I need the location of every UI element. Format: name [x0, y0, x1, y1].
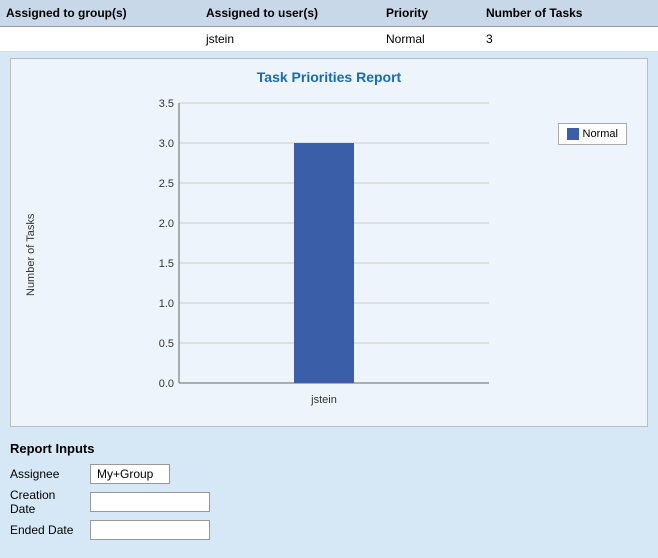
report-inputs-title: Report Inputs: [10, 441, 648, 456]
legend-color-box: [567, 128, 579, 140]
cell-priority: Normal: [380, 30, 480, 48]
cell-tasks: 3: [480, 30, 658, 48]
creation-date-label: CreationDate: [10, 488, 90, 516]
chart-inner: 3.5 3.0 2.5 2.0 1.5 1.0 0.5 0.0 jstein N…: [41, 93, 637, 416]
svg-text:3.5: 3.5: [159, 98, 174, 110]
chart-svg: 3.5 3.0 2.5 2.0 1.5 1.0 0.5 0.0 jstein: [41, 93, 637, 413]
col-header-priority: Priority: [380, 4, 480, 22]
col-header-user: Assigned to user(s): [200, 4, 380, 22]
cell-user: jstein: [200, 30, 380, 48]
chart-container: Task Priorities Report Number of Tasks: [10, 58, 648, 427]
report-inputs-section: Report Inputs Assignee My+Group Creation…: [0, 433, 658, 552]
table-header: Assigned to group(s) Assigned to user(s)…: [0, 0, 658, 27]
svg-text:2.5: 2.5: [159, 178, 174, 190]
table-row: jstein Normal 3: [0, 27, 658, 52]
ended-date-input[interactable]: [90, 520, 210, 540]
svg-text:3.0: 3.0: [159, 138, 174, 150]
svg-text:0.5: 0.5: [159, 338, 174, 350]
chart-legend: Normal: [558, 123, 627, 145]
col-header-group: Assigned to group(s): [0, 4, 200, 22]
svg-text:jstein: jstein: [310, 394, 337, 406]
chart-title: Task Priorities Report: [21, 69, 637, 85]
col-header-tasks: Number of Tasks: [480, 4, 658, 22]
cell-group: [0, 30, 200, 48]
svg-text:1.5: 1.5: [159, 258, 174, 270]
field-row-creation-date: CreationDate: [10, 488, 648, 516]
svg-text:0.0: 0.0: [159, 378, 174, 390]
field-row-assignee: Assignee My+Group: [10, 464, 648, 484]
svg-text:1.0: 1.0: [159, 298, 174, 310]
assignee-value: My+Group: [90, 464, 170, 484]
legend-label: Normal: [583, 128, 618, 140]
creation-date-input[interactable]: [90, 492, 210, 512]
ended-date-label: Ended Date: [10, 523, 90, 537]
y-axis-label: Number of Tasks: [21, 93, 41, 416]
svg-text:2.0: 2.0: [159, 218, 174, 230]
bar-jstein: [294, 143, 354, 383]
chart-area: Number of Tasks: [21, 93, 637, 416]
field-row-ended-date: Ended Date: [10, 520, 648, 540]
assignee-label: Assignee: [10, 467, 90, 481]
